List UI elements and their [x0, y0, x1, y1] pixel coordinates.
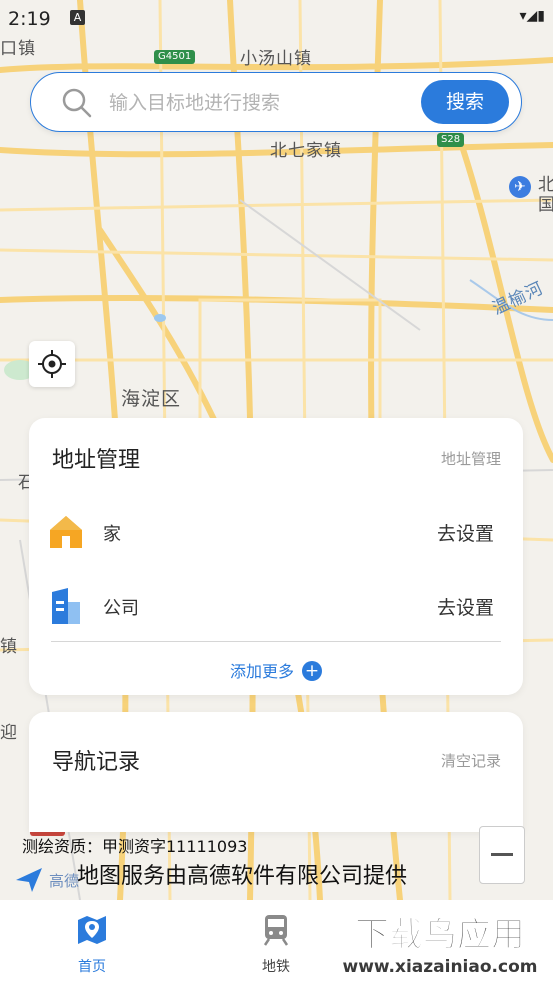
add-more-button[interactable]: 添加更多 + — [29, 658, 523, 682]
status-time: 2:19 — [8, 8, 51, 30]
search-icon — [62, 88, 92, 118]
address-row-label: 公司 — [103, 598, 139, 619]
address-card-title: 地址管理 — [52, 448, 141, 473]
map-label: 海淀区 — [121, 388, 182, 410]
address-manage-link[interactable]: 地址管理 — [441, 448, 501, 469]
map-label: 国 — [538, 195, 553, 215]
address-card: 地址管理 地址管理 家 去设置 公司 去设置 添加更多 + — [29, 418, 523, 695]
address-row-home[interactable]: 家 去设置 — [29, 504, 523, 560]
highway-shield: S28 — [437, 133, 465, 147]
company-icon — [52, 588, 80, 624]
search-bar: 搜索 — [30, 72, 522, 132]
watermark-graphic: 下载鸟应用 www.xiazainiao.com — [331, 908, 549, 978]
amap-logo-text: 高德 — [49, 872, 80, 890]
svg-text:下载鸟应用: 下载鸟应用 — [355, 915, 525, 955]
zoom-out-button[interactable] — [479, 826, 525, 884]
set-company-button[interactable]: 去设置 — [437, 593, 494, 620]
subway-icon — [263, 915, 289, 946]
crosshair-icon — [38, 350, 66, 378]
amap-arrow-icon — [16, 868, 42, 892]
survey-license-text: 测绘资质：甲测资字11111093 — [22, 837, 248, 856]
search-input[interactable] — [107, 85, 431, 121]
search-button[interactable]: 搜索 — [421, 80, 509, 124]
watermark-logo: 下载鸟应用 www.xiazainiao.com — [331, 908, 549, 978]
navigation-history-card: 导航记录 清空记录 — [29, 712, 523, 832]
plus-icon: + — [302, 661, 322, 681]
tab-subway[interactable]: 地铁 — [231, 914, 321, 976]
navigation-history-title: 导航记录 — [52, 750, 141, 775]
add-more-label: 添加更多 — [229, 662, 294, 681]
map-home-icon — [78, 916, 106, 944]
map-label: 小汤山镇 — [240, 49, 312, 69]
map-provider-text: 地图服务由高德软件有限公司提供 — [77, 864, 408, 889]
notification-icon: A — [70, 10, 85, 25]
home-icon — [50, 516, 82, 548]
tab-home[interactable]: 首页 — [47, 914, 137, 976]
status-bar: 2:19 A ▾◢▮ — [0, 0, 553, 36]
tab-home-label: 首页 — [78, 959, 106, 975]
map-label: 迎 — [0, 723, 18, 743]
map-label: 口镇 — [0, 39, 36, 59]
tab-subway-label: 地铁 — [262, 959, 290, 975]
divider — [51, 641, 501, 642]
airport-icon: ✈ — [509, 176, 531, 198]
highway-shield: G4501 — [154, 50, 196, 64]
locate-button[interactable] — [29, 341, 75, 387]
address-row-label: 家 — [103, 524, 121, 545]
minus-icon — [491, 853, 513, 856]
set-home-button[interactable]: 去设置 — [437, 519, 494, 546]
clear-history-button[interactable]: 清空记录 — [441, 750, 501, 771]
map-label: 镇 — [0, 637, 18, 657]
map-label: 北七家镇 — [270, 141, 342, 161]
svg-text:www.xiazainiao.com: www.xiazainiao.com — [343, 957, 538, 977]
address-row-company[interactable]: 公司 去设置 — [29, 578, 523, 634]
signal-battery-icon: ▾◢▮ — [519, 8, 546, 24]
